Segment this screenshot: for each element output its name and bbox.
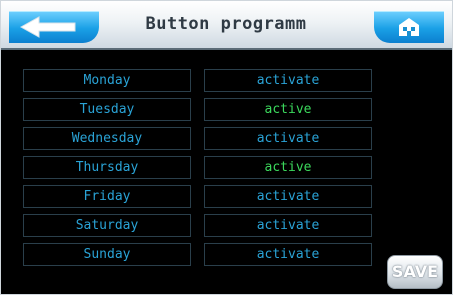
day-label: Sunday (23, 243, 191, 266)
day-label: Wednesday (23, 127, 191, 150)
header-bar: Button programm (1, 1, 452, 50)
arrow-left-icon (19, 16, 76, 38)
activate-button[interactable]: activate (204, 69, 372, 92)
day-label: Monday (23, 69, 191, 92)
back-button[interactable] (9, 11, 99, 43)
activate-button[interactable]: activate (204, 127, 372, 150)
day-label: Saturday (23, 214, 191, 237)
day-label: Thursday (23, 156, 191, 179)
page-title: Button programm (145, 14, 307, 34)
screen: Button programm Monday activate Tuesday act… (0, 0, 453, 295)
save-button[interactable]: SAVE (387, 255, 443, 289)
home-button[interactable] (374, 11, 444, 43)
day-label: Friday (23, 185, 191, 208)
activate-button[interactable]: activate (204, 185, 372, 208)
status-active[interactable]: active (204, 98, 372, 121)
day-label: Tuesday (23, 98, 191, 121)
activate-button[interactable]: activate (204, 243, 372, 266)
status-active[interactable]: active (204, 156, 372, 179)
activate-button[interactable]: activate (204, 214, 372, 237)
home-icon (399, 18, 419, 36)
